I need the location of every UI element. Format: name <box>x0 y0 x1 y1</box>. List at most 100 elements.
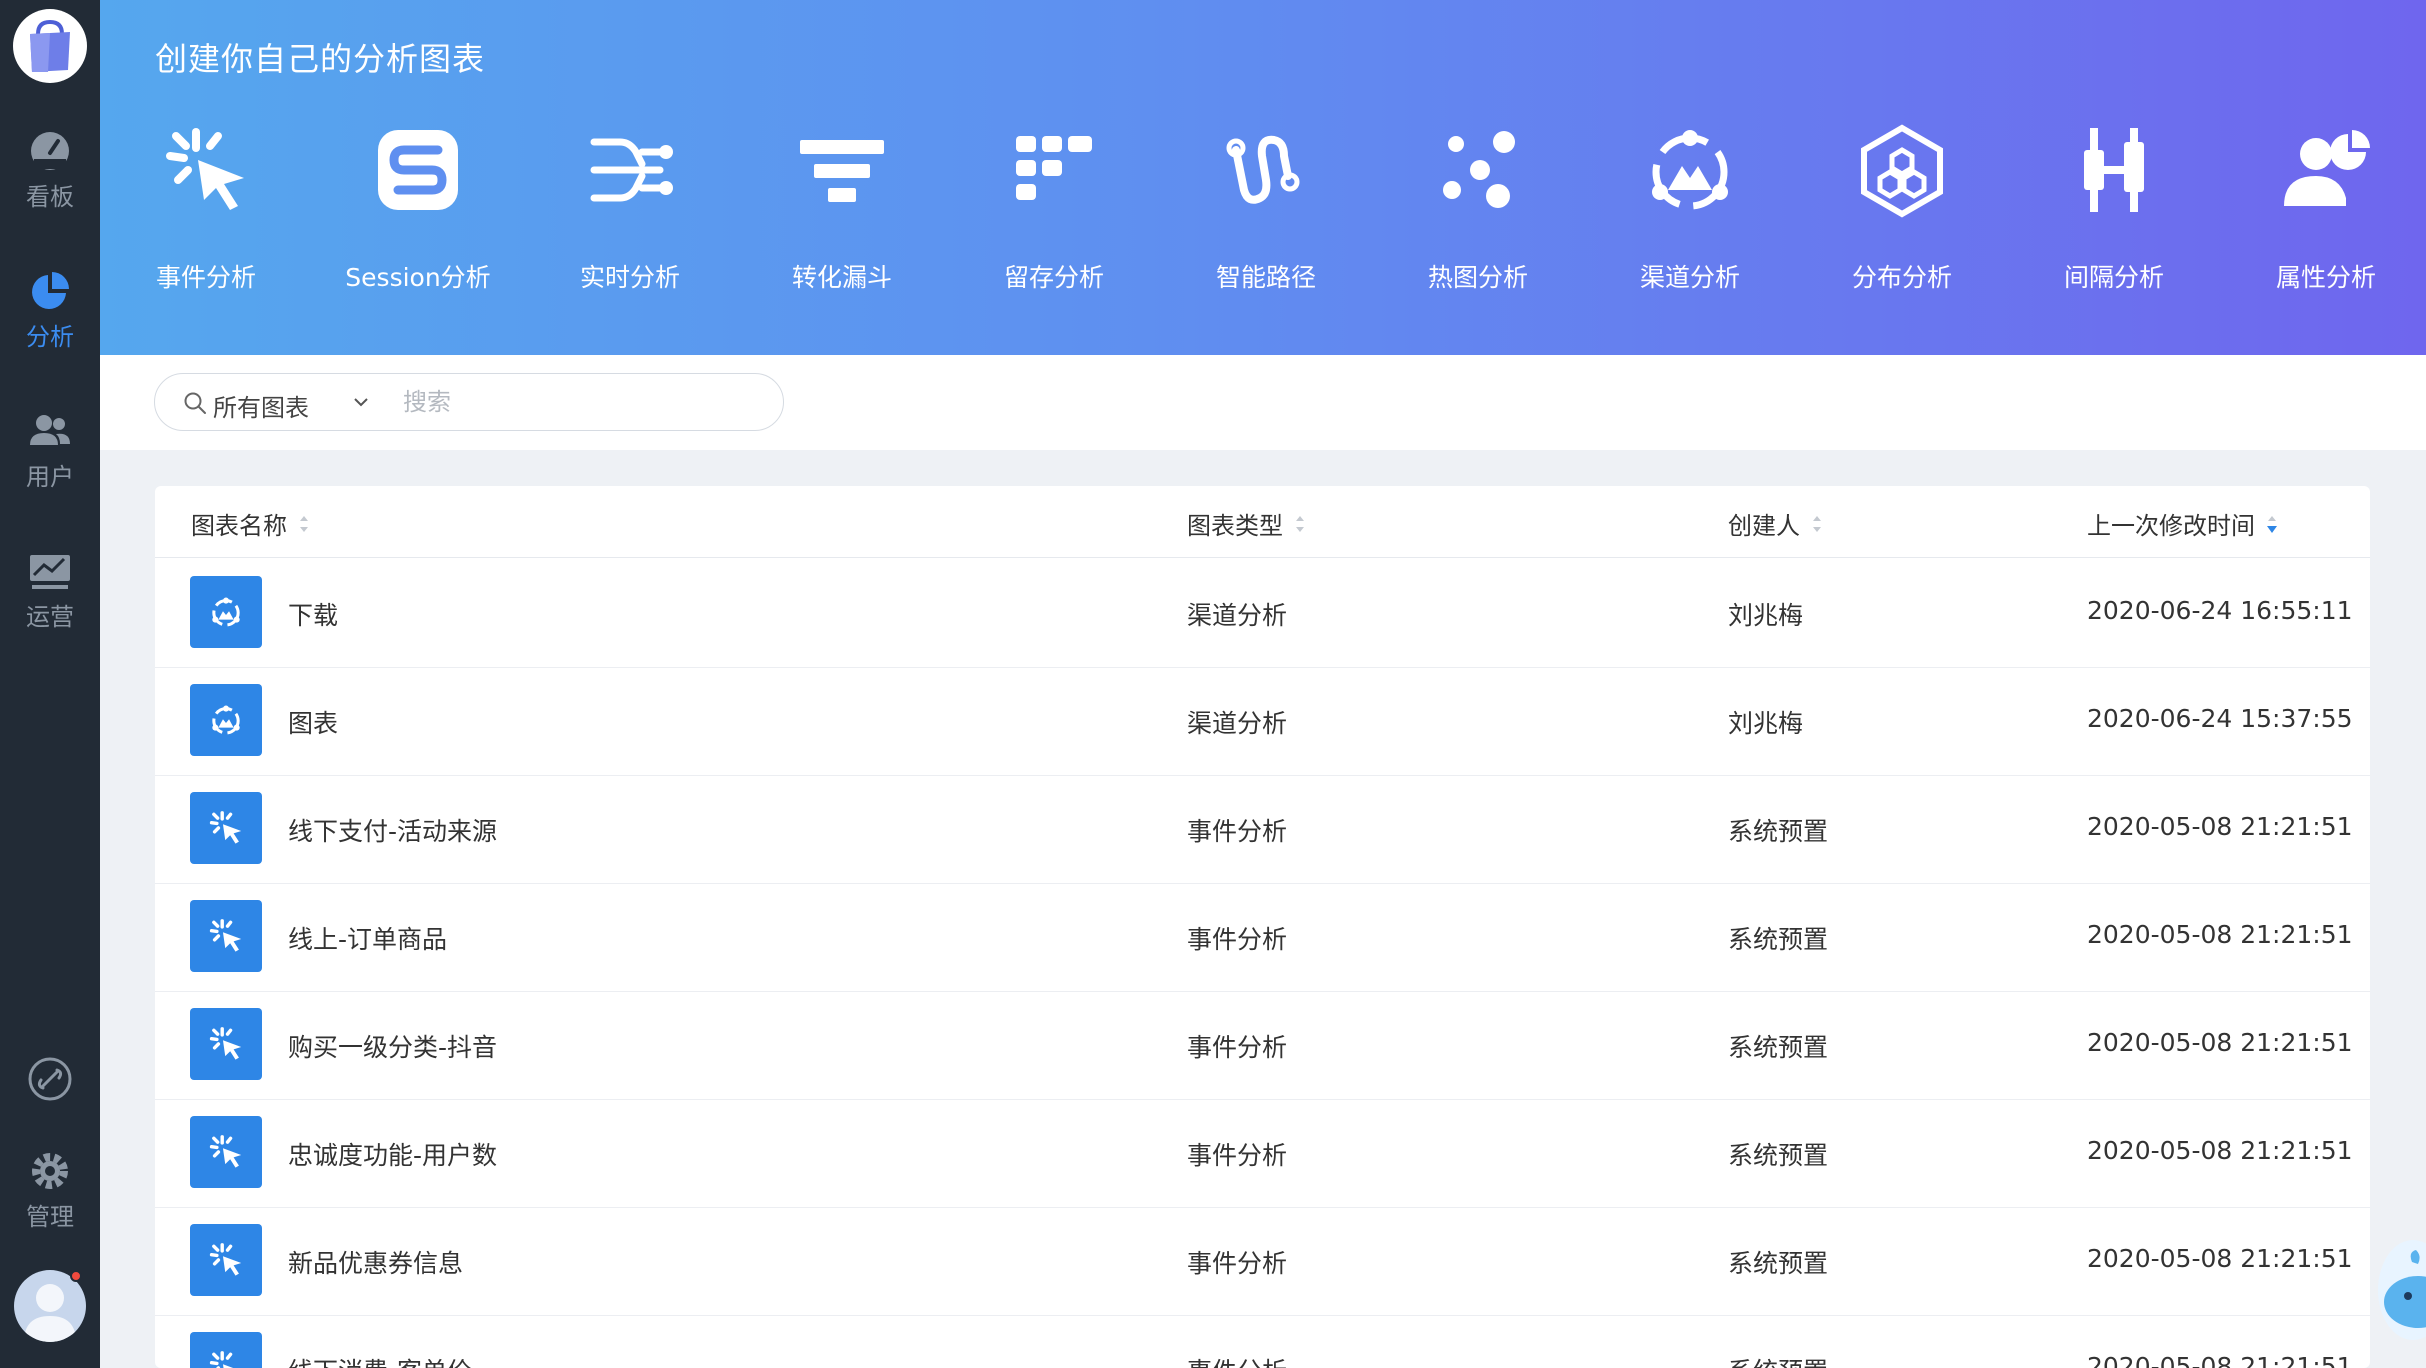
click-cursor-icon <box>190 900 262 972</box>
user-attribute-icon <box>2284 130 2370 206</box>
chart-modified-time: 2020-05-08 21:21:51 <box>2087 1352 2353 1368</box>
click-cursor-icon <box>166 128 244 210</box>
chart-name[interactable]: 忠诚度功能-用户数 <box>288 1136 497 1172</box>
app-logo[interactable] <box>13 9 87 83</box>
chart-modified-time: 2020-05-08 21:21:51 <box>2087 920 2353 949</box>
chart-name[interactable]: 购买一级分类-抖音 <box>288 1028 497 1064</box>
sort-desc-icon <box>2267 515 2277 533</box>
chart-type-banner: 创建你自己的分析图表 事件分析 Session分析 实时分析 转化漏斗 留存分析… <box>100 0 2426 355</box>
channel-icon <box>1652 130 1728 210</box>
dashboard-gauge-icon <box>31 131 69 170</box>
table-row[interactable]: 新品优惠券信息 事件分析 系统预置 2020-05-08 21:21:51 <box>155 1208 2370 1316</box>
chart-name[interactable]: 下载 <box>288 596 338 632</box>
table-row[interactable]: 线下支付-活动来源 事件分析 系统预置 2020-05-08 21:21:51 <box>155 776 2370 884</box>
chevron-down-icon[interactable] <box>351 392 371 412</box>
chart-creator: 系统预置 <box>1728 925 1829 954</box>
chart-table: 图表名称 图表类型 创建人 上一次修改时间 下载 渠道分析 刘兆梅 2020-06-2… <box>155 486 2370 1368</box>
chart-name[interactable]: 线下消费-客单价 <box>288 1352 472 1368</box>
chart-creator: 系统预置 <box>1728 1352 1828 1368</box>
search-box: 所有图表 <box>154 373 784 431</box>
heatmap-dots-icon <box>1443 131 1515 208</box>
chart-type-distribution[interactable]: 分布分析 <box>1812 120 1992 294</box>
sidebar-item-dashboard[interactable]: 看板 <box>0 115 100 225</box>
chart-type-label: 分布分析 <box>1851 263 1952 292</box>
flow-branch-icon <box>590 138 673 202</box>
column-label: 图表名称 <box>191 512 287 540</box>
click-cursor-icon <box>190 792 262 864</box>
distribution-hex-icon <box>1861 124 1943 218</box>
chart-type: 渠道分析 <box>1187 709 1288 738</box>
column-header-creator[interactable]: 创建人 <box>1728 506 1824 541</box>
monitor-chart-icon <box>30 554 70 589</box>
sidebar-item-users[interactable]: 用户 <box>0 395 100 505</box>
chart-type-attribute[interactable]: 属性分析 <box>2236 120 2416 294</box>
gear-icon <box>32 1152 68 1189</box>
chart-name[interactable]: 新品优惠券信息 <box>288 1244 463 1280</box>
chart-type: 事件分析 <box>1187 817 1288 846</box>
whale-mascot-icon <box>2384 1250 2426 1328</box>
chart-type-label: 实时分析 <box>579 263 680 292</box>
chart-type-label: 间隔分析 <box>2063 263 2164 292</box>
channel-icon <box>190 576 262 648</box>
retention-grid-icon <box>1016 136 1092 200</box>
click-cursor-icon <box>190 1332 262 1368</box>
chart-type-realtime-analysis[interactable]: 实时分析 <box>540 120 720 294</box>
chart-modified-time: 2020-05-08 21:21:51 <box>2087 812 2353 841</box>
chart-modified-time: 2020-05-08 21:21:51 <box>2087 1136 2353 1165</box>
sort-icon <box>300 515 308 532</box>
chart-name[interactable]: 线上-订单商品 <box>288 920 447 956</box>
chart-type-retention[interactable]: 留存分析 <box>964 120 1144 294</box>
users-icon <box>30 414 70 445</box>
chart-type-channel[interactable]: 渠道分析 <box>1600 120 1780 294</box>
column-header-name[interactable]: 图表名称 <box>191 506 311 541</box>
chart-type: 事件分析 <box>1187 1141 1288 1170</box>
sidebar: 看板 分析 用户 运营 管理 <box>0 0 100 1368</box>
table-row[interactable]: 忠诚度功能-用户数 事件分析 系统预置 2020-05-08 21:21:51 <box>155 1100 2370 1208</box>
chart-type-label: 热图分析 <box>1427 263 1528 292</box>
column-header-type[interactable]: 图表类型 <box>1187 506 1307 541</box>
chart-type: 事件分析 <box>1187 1249 1288 1278</box>
search-input[interactable] <box>403 382 763 422</box>
chart-scope-select[interactable]: 所有图表 <box>213 388 309 423</box>
chart-type: 事件分析 <box>1187 925 1288 954</box>
chart-name[interactable]: 线下支付-活动来源 <box>288 812 497 848</box>
column-label: 创建人 <box>1728 512 1800 540</box>
notification-dot <box>70 1270 82 1282</box>
chart-creator: 刘兆梅 <box>1728 709 1804 738</box>
chart-type-funnel[interactable]: 转化漏斗 <box>752 120 932 294</box>
table-row[interactable]: 购买一级分类-抖音 事件分析 系统预置 2020-05-08 21:21:51 <box>155 992 2370 1100</box>
sidebar-item-label: 分析 <box>26 322 74 351</box>
sidebar-item-analysis[interactable]: 分析 <box>0 255 100 365</box>
chart-modified-time: 2020-05-08 21:21:51 <box>2087 1244 2353 1273</box>
table-row[interactable]: 下载 渠道分析 刘兆梅 2020-06-24 16:55:11 <box>155 560 2370 668</box>
chart-modified-time: 2020-06-24 16:55:11 <box>2087 596 2353 625</box>
channel-icon <box>190 684 262 756</box>
chart-type-heatmap[interactable]: 热图分析 <box>1388 120 1568 294</box>
table-row[interactable]: 线下消费-客单价 事件分析 系统预置 2020-05-08 21:21:51 <box>155 1316 2370 1368</box>
funnel-icon <box>800 140 884 202</box>
sidebar-item-settings[interactable]: 管理 <box>0 1135 100 1245</box>
chart-type-label: 属性分析 <box>2275 263 2376 292</box>
shopping-bag-icon <box>30 19 70 72</box>
chart-type-label: 智能路径 <box>1215 263 1316 292</box>
table-row[interactable]: 线上-订单商品 事件分析 系统预置 2020-05-08 21:21:51 <box>155 884 2370 992</box>
sidebar-item-label: 管理 <box>26 1202 74 1231</box>
pie-chart-icon <box>32 271 69 309</box>
help-mascot[interactable] <box>2378 1240 2426 1340</box>
chart-type-session-analysis[interactable]: Session分析 <box>328 120 508 294</box>
sort-icon <box>1813 515 1821 532</box>
chart-type: 事件分析 <box>1187 1033 1288 1062</box>
chart-type-interval[interactable]: 间隔分析 <box>2024 120 2204 294</box>
chart-type-smart-path[interactable]: 智能路径 <box>1176 120 1356 294</box>
table-row[interactable]: 图表 渠道分析 刘兆梅 2020-06-24 15:37:55 <box>155 668 2370 776</box>
sidebar-item-label: 用户 <box>26 462 74 491</box>
link-icon[interactable] <box>27 1056 73 1102</box>
chart-name[interactable]: 图表 <box>288 704 338 740</box>
click-cursor-icon <box>190 1224 262 1296</box>
chart-modified-time: 2020-05-08 21:21:51 <box>2087 1028 2353 1057</box>
chart-type-event-analysis[interactable]: 事件分析 <box>116 120 296 294</box>
search-icon <box>184 392 206 414</box>
sidebar-item-operations[interactable]: 运营 <box>0 535 100 645</box>
chart-type-label: 事件分析 <box>155 263 256 292</box>
column-header-modified-time[interactable]: 上一次修改时间 <box>2087 506 2279 541</box>
